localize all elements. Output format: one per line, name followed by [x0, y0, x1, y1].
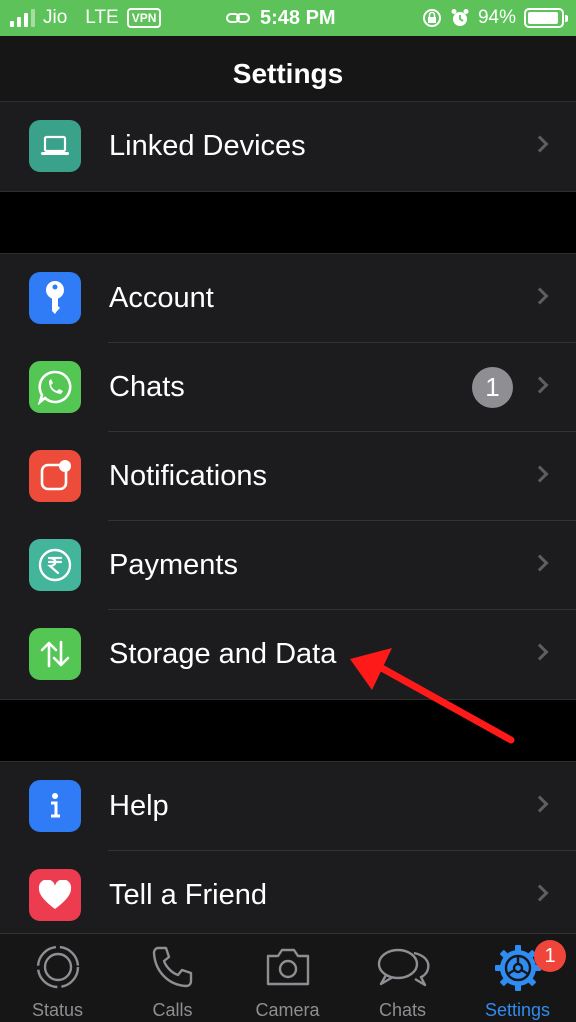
orientation-lock-icon [422, 9, 441, 27]
settings-row-linked-devices[interactable]: Linked Devices [0, 102, 576, 191]
row-label: Chats [109, 371, 185, 403]
tab-camera[interactable]: Camera [230, 934, 345, 1022]
unread-count-badge: 1 [472, 367, 513, 408]
tab-calls[interactable]: Calls [115, 934, 230, 1022]
whatsapp-icon [29, 361, 81, 413]
notification-icon [29, 450, 81, 502]
tab-label: Status [31, 1000, 84, 1020]
tab-label: Calls [152, 1000, 193, 1020]
tab-label: Settings [484, 1000, 551, 1020]
row-label: Tell a Friend [109, 879, 267, 911]
chevron-right-icon [531, 884, 549, 902]
tab-status[interactable]: Status [0, 934, 115, 1022]
tab-chats[interactable]: Chats [345, 934, 460, 1022]
alarm-icon [451, 9, 469, 26]
row-label: Payments [109, 549, 238, 581]
settings-row-help[interactable]: Help [0, 762, 576, 851]
phone-icon [152, 946, 192, 988]
settings-row-storage-and-data[interactable]: Storage and Data [0, 610, 576, 699]
vpn-badge: VPN [126, 8, 162, 28]
heart-icon [29, 869, 81, 921]
row-label: Notifications [109, 460, 267, 492]
chevron-right-icon [531, 554, 549, 572]
row-label: Storage and Data [109, 638, 337, 670]
chevron-right-icon [531, 643, 549, 661]
settings-row-chats[interactable]: Chats 1 [0, 343, 576, 432]
settings-row-account[interactable]: Account [0, 254, 576, 343]
link-icon [226, 13, 250, 23]
info-icon [29, 780, 81, 832]
settings-notification-badge: 1 [534, 940, 566, 972]
settings-group-main: Account Chats 1 Notifications Payments S… [0, 253, 576, 700]
network-type: LTE [85, 7, 119, 28]
row-label: Account [109, 282, 214, 314]
tab-label: Camera [255, 1000, 320, 1020]
signal-strength-icon [10, 9, 35, 27]
up-down-arrows-icon [29, 628, 81, 680]
tab-bar: Status Calls Camera Chats Settings [0, 933, 576, 1022]
battery-icon [524, 8, 568, 28]
status-bar: Jio LTE VPN 5:48 PM 94% [0, 0, 576, 36]
status-icon [36, 945, 79, 989]
status-time: 5:48 PM [260, 6, 336, 29]
settings-row-tell-a-friend[interactable]: Tell a Friend [0, 851, 576, 940]
chat-bubbles-icon [377, 948, 430, 987]
chevron-right-icon [531, 376, 549, 394]
tab-label: Chats [378, 1000, 427, 1020]
row-label: Linked Devices [109, 130, 306, 162]
settings-row-notifications[interactable]: Notifications [0, 432, 576, 521]
chevron-right-icon [531, 465, 549, 483]
key-icon [29, 272, 81, 324]
carrier-name: Jio [43, 7, 68, 28]
laptop-icon [29, 120, 81, 172]
settings-group-support: Help Tell a Friend [0, 761, 576, 941]
settings-row-payments[interactable]: Payments [0, 521, 576, 610]
row-label: Help [109, 790, 169, 822]
settings-group-devices: Linked Devices [0, 101, 576, 192]
chevron-right-icon [531, 135, 549, 153]
battery-percent: 94% [477, 7, 516, 28]
chevron-right-icon [531, 287, 549, 305]
rupee-icon [29, 539, 81, 591]
chevron-right-icon [531, 795, 549, 813]
camera-icon [266, 948, 309, 986]
page-title: Settings [232, 58, 344, 89]
